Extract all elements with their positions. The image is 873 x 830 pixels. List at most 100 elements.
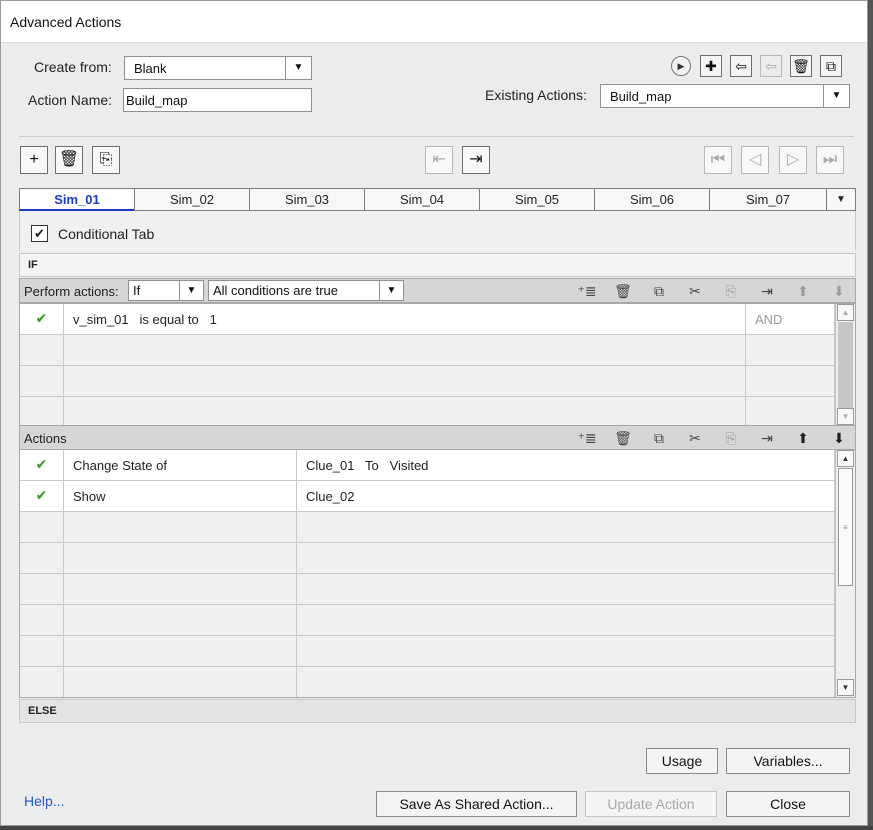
insert-row-icon[interactable]: ⁺≣ xyxy=(576,428,598,448)
condition-operator: is equal to xyxy=(139,312,199,327)
existing-actions-label: Existing Actions: xyxy=(485,87,587,103)
add-action-icon[interactable]: ✚ xyxy=(700,55,722,77)
delete-row-icon[interactable]: 🗑 xyxy=(612,281,634,301)
save-as-shared-action-button[interactable]: Save As Shared Action... xyxy=(376,791,577,817)
prev-tab-icon: ◁ xyxy=(741,146,769,174)
actions-scrollbar[interactable]: ▲ ≡ ▼ xyxy=(835,450,855,697)
cut-row-icon[interactable]: ✂ xyxy=(684,281,706,301)
move-down-icon[interactable]: ⬇ xyxy=(828,428,850,448)
else-section-header: ELSE xyxy=(19,699,856,723)
tab-sim-07[interactable]: Sim_07 xyxy=(709,188,827,211)
play-icon[interactable]: ▶ xyxy=(671,56,691,76)
table-row[interactable]: ✔ Change State of Clue_01 To Visited xyxy=(20,450,835,481)
table-row[interactable]: ✔ v_sim_01 is equal to 1 AND xyxy=(20,304,835,335)
table-row[interactable] xyxy=(20,366,835,397)
insert-after-icon[interactable]: ⇥ xyxy=(756,281,778,301)
update-action-button: Update Action xyxy=(585,791,717,817)
scroll-down-icon[interactable]: ▼ xyxy=(837,408,854,425)
chevron-down-icon[interactable]: ▼ xyxy=(179,281,203,300)
target-cell[interactable]: Clue_02 xyxy=(297,481,835,512)
last-tab-icon: ⏭ xyxy=(816,146,844,174)
cut-row-icon[interactable]: ✂ xyxy=(684,428,706,448)
actions-header-label: Actions xyxy=(24,431,67,446)
state-value: Visited xyxy=(389,458,429,473)
add-tab-icon[interactable]: + xyxy=(20,146,48,174)
logic-cell[interactable]: AND xyxy=(746,304,835,335)
table-row[interactable] xyxy=(20,574,835,605)
export-icon: ⇦ xyxy=(760,55,782,77)
delete-tab-icon[interactable]: 🗑 xyxy=(55,146,83,174)
action-cell[interactable]: Change State of xyxy=(64,450,297,481)
table-row[interactable] xyxy=(20,636,835,667)
condition-mode-dropdown[interactable]: All conditions are true ▼ xyxy=(208,280,404,301)
import-icon[interactable]: ⇦ xyxy=(730,55,752,77)
scroll-thumb[interactable] xyxy=(838,322,853,408)
action-target: Clue_01 xyxy=(306,458,355,473)
create-from-dropdown[interactable]: Blank ▼ xyxy=(124,56,312,80)
close-button[interactable]: Close xyxy=(726,791,850,817)
window-edge xyxy=(868,0,873,830)
condition-variable: v_sim_01 xyxy=(73,312,129,327)
move-down-icon: ⬇ xyxy=(833,283,845,299)
table-row[interactable] xyxy=(20,512,835,543)
conditional-tab-checkbox[interactable]: ✔ xyxy=(31,225,48,242)
tab-sim-01[interactable]: Sim_01 xyxy=(19,188,135,211)
move-tab-left-icon: ⇤ xyxy=(425,146,453,174)
variables-button[interactable]: Variables... xyxy=(726,748,850,774)
window-title: Advanced Actions xyxy=(10,14,122,30)
first-tab-icon: ⏮ xyxy=(704,146,732,174)
copy-row-icon[interactable]: ⧉ xyxy=(648,281,670,301)
conditions-grid: ✔ v_sim_01 is equal to 1 AND ▲ ▼ xyxy=(19,303,856,427)
actions-grid: ✔ Change State of Clue_01 To Visited ✔ S… xyxy=(19,449,856,698)
advanced-actions-dialog: Advanced Actions Create from: Blank ▼ Ac… xyxy=(0,0,868,826)
table-row[interactable] xyxy=(20,543,835,574)
table-row[interactable] xyxy=(20,397,835,426)
existing-actions-dropdown[interactable]: Build_map ▼ xyxy=(600,84,850,108)
duplicate-tab-icon[interactable]: ⎘ xyxy=(92,146,120,174)
if-mode-value: If xyxy=(133,283,141,298)
help-link[interactable]: Help... xyxy=(24,793,64,809)
tab-sim-05[interactable]: Sim_05 xyxy=(479,188,595,211)
condition-cell[interactable]: v_sim_01 is equal to 1 xyxy=(64,304,746,335)
usage-button[interactable]: Usage xyxy=(646,748,718,774)
action-name-label: Action Name: xyxy=(28,92,113,108)
insert-after-icon[interactable]: ⇥ xyxy=(756,428,778,448)
paste-row-icon: ⎘ xyxy=(725,283,737,299)
if-mode-dropdown[interactable]: If ▼ xyxy=(128,280,204,301)
action-cell[interactable]: Show xyxy=(64,481,297,512)
tabs-overflow-icon[interactable]: ▼ xyxy=(826,188,856,211)
duplicate-action-icon[interactable]: ⧉ xyxy=(820,55,842,77)
chevron-down-icon[interactable]: ▼ xyxy=(379,281,403,300)
conditions-toolbar: Perform actions: If ▼ All conditions are… xyxy=(19,278,856,303)
copy-row-icon[interactable]: ⧉ xyxy=(648,428,670,448)
tab-sim-03[interactable]: Sim_03 xyxy=(249,188,365,211)
conditions-scrollbar[interactable]: ▲ ▼ xyxy=(835,304,855,426)
table-row[interactable] xyxy=(20,667,835,697)
scroll-down-icon[interactable]: ▼ xyxy=(837,679,854,696)
create-from-value: Blank xyxy=(134,61,167,76)
paste-row-icon: ⎘ xyxy=(725,430,737,446)
perform-actions-label: Perform actions: xyxy=(24,284,119,299)
insert-row-icon[interactable]: ⁺≣ xyxy=(576,281,598,301)
chevron-down-icon[interactable]: ▼ xyxy=(823,85,849,107)
tab-sim-06[interactable]: Sim_06 xyxy=(594,188,710,211)
move-tab-right-icon[interactable]: ⇥ xyxy=(462,146,490,174)
table-row[interactable] xyxy=(20,605,835,636)
move-up-icon[interactable]: ⬆ xyxy=(792,428,814,448)
table-row[interactable]: ✔ Show Clue_02 xyxy=(20,481,835,512)
tab-sim-02[interactable]: Sim_02 xyxy=(134,188,250,211)
action-name-input[interactable]: Build_map xyxy=(123,88,312,112)
scroll-up-icon[interactable]: ▲ xyxy=(837,450,854,467)
chevron-down-icon[interactable]: ▼ xyxy=(285,57,311,79)
actions-toolbar: Actions ⁺≣ 🗑 ⧉ ✂ ⎘ ⇥ ⬆ ⬇ xyxy=(19,425,856,450)
conditional-tab-label: Conditional Tab xyxy=(58,226,155,242)
target-cell[interactable]: Clue_01 To Visited xyxy=(297,450,835,481)
table-row[interactable] xyxy=(20,335,835,366)
delete-action-icon[interactable]: 🗑 xyxy=(790,55,812,77)
valid-check-icon: ✔ xyxy=(20,450,64,481)
tab-sim-04[interactable]: Sim_04 xyxy=(364,188,480,211)
delete-row-icon[interactable]: 🗑 xyxy=(612,428,634,448)
scroll-up-icon[interactable]: ▲ xyxy=(837,304,854,321)
scroll-thumb[interactable]: ≡ xyxy=(838,468,853,586)
move-up-icon: ⬆ xyxy=(797,283,809,299)
